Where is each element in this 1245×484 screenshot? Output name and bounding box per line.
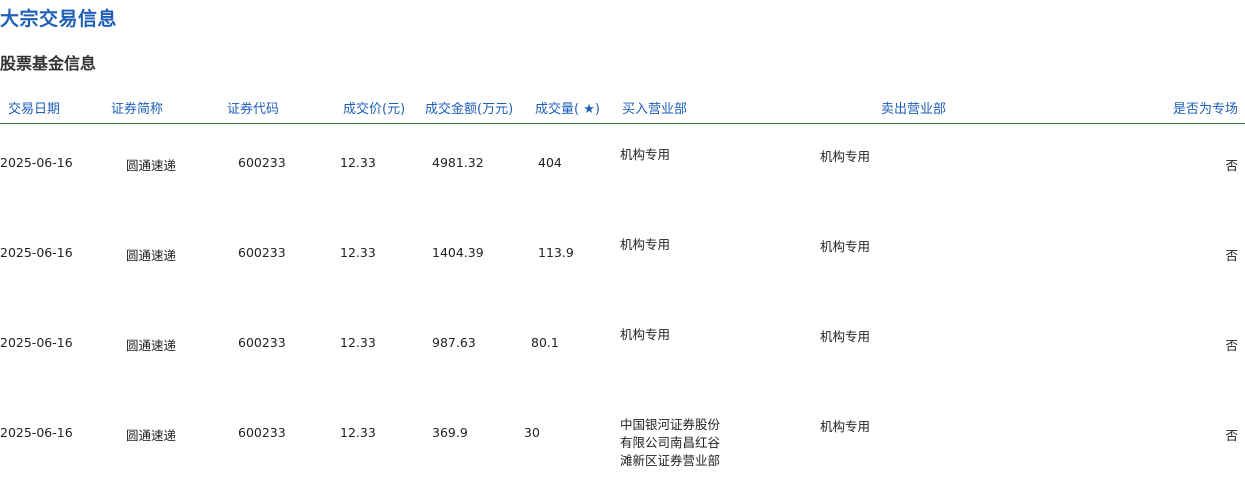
- page-title: 大宗交易信息: [0, 8, 118, 30]
- cell-special-session: 否: [1225, 248, 1238, 263]
- block-trade-table: 交易日期 证券简称 证券代码 成交价(元) 成交金额(万元) 成交量( ★) 买…: [0, 96, 1245, 484]
- cell-seller-branch: 机构专用: [820, 329, 871, 344]
- header-security-code[interactable]: 证券代码: [227, 98, 279, 117]
- cell-amount: 4981.32: [432, 155, 484, 170]
- cell-security-name: 圆通速递: [126, 338, 177, 353]
- cell-buyer-branch: 中国银河证券股份有限公司南昌红谷滩新区证券营业部: [620, 417, 721, 468]
- cell-buyer-branch: 机构专用: [620, 327, 671, 342]
- header-buyer-branch[interactable]: 买入营业部: [622, 98, 687, 117]
- cell-price: 12.33: [340, 335, 376, 350]
- cell-buyer-branch: 机构专用: [620, 147, 671, 162]
- cell-security-code: 600233: [238, 155, 286, 170]
- cell-special-session: 否: [1225, 158, 1238, 173]
- header-trade-date[interactable]: 交易日期: [8, 98, 60, 117]
- table-row: 2025-06-16 圆通速递 600233 12.33 4981.32 404…: [0, 124, 1245, 214]
- cell-security-code: 600233: [238, 335, 286, 350]
- cell-special-session: 否: [1225, 428, 1238, 443]
- cell-trade-date: 2025-06-16: [0, 245, 73, 260]
- cell-volume: 30: [524, 425, 540, 440]
- cell-volume: 404: [538, 155, 562, 170]
- cell-trade-date: 2025-06-16: [0, 425, 73, 440]
- table-row: 2025-06-16 圆通速递 600233 12.33 1404.39 113…: [0, 214, 1245, 304]
- header-seller-branch[interactable]: 卖出营业部: [881, 98, 946, 117]
- cell-volume: 80.1: [531, 335, 559, 350]
- cell-security-name: 圆通速递: [126, 428, 177, 443]
- cell-amount: 369.9: [432, 425, 468, 440]
- cell-seller-branch: 机构专用: [820, 239, 871, 254]
- cell-seller-branch: 机构专用: [820, 419, 871, 434]
- cell-security-code: 600233: [238, 425, 286, 440]
- cell-price: 12.33: [340, 245, 376, 260]
- header-special-session[interactable]: 是否为专场: [1173, 98, 1238, 117]
- cell-security-name: 圆通速递: [126, 248, 177, 263]
- cell-price: 12.33: [340, 155, 376, 170]
- table-row: 2025-06-16 圆通速递 600233 12.33 987.63 80.1…: [0, 304, 1245, 394]
- header-price[interactable]: 成交价(元): [343, 98, 405, 117]
- cell-special-session: 否: [1225, 338, 1238, 353]
- table-header: 交易日期 证券简称 证券代码 成交价(元) 成交金额(万元) 成交量( ★) 买…: [0, 96, 1245, 124]
- header-amount[interactable]: 成交金额(万元): [425, 98, 513, 117]
- cell-volume: 113.9: [538, 245, 574, 260]
- cell-trade-date: 2025-06-16: [0, 155, 73, 170]
- header-volume[interactable]: 成交量( ★): [535, 98, 600, 117]
- cell-security-name: 圆通速递: [126, 158, 177, 173]
- cell-amount: 1404.39: [432, 245, 484, 260]
- table-row: 2025-06-16 圆通速递 600233 12.33 369.9 30 中国…: [0, 394, 1245, 484]
- cell-seller-branch: 机构专用: [820, 149, 871, 164]
- header-security-name[interactable]: 证券简称: [111, 98, 163, 117]
- cell-amount: 987.63: [432, 335, 476, 350]
- cell-trade-date: 2025-06-16: [0, 335, 73, 350]
- cell-buyer-branch: 机构专用: [620, 237, 671, 252]
- cell-security-code: 600233: [238, 245, 286, 260]
- section-title: 股票基金信息: [0, 54, 97, 73]
- cell-price: 12.33: [340, 425, 376, 440]
